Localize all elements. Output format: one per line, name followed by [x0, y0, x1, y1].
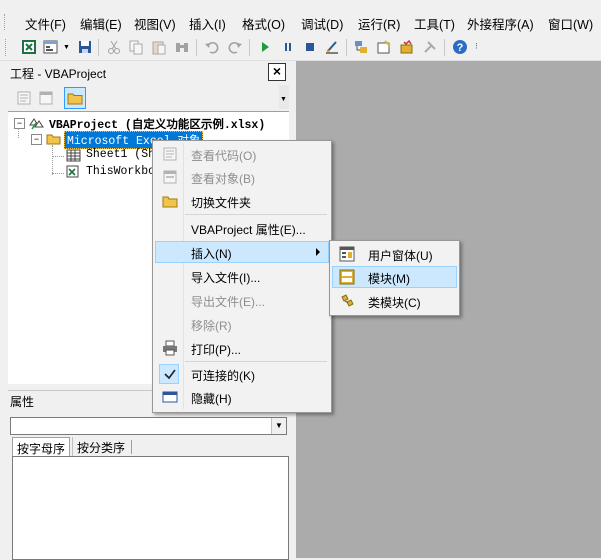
toolbar-separator [98, 39, 99, 56]
view-code-icon[interactable] [16, 90, 32, 106]
hide-window-icon [162, 391, 178, 403]
menu-bar: 文件(F) 编辑(E) 视图(V) 插入(I) 格式(O) 调试(D) 运行(R… [0, 9, 601, 35]
tree-line [18, 128, 20, 138]
close-icon[interactable]: × [268, 63, 286, 81]
view-code-icon [163, 147, 177, 161]
properties-window-icon[interactable] [376, 39, 392, 55]
tab-categorized[interactable]: 按分类序 [72, 437, 129, 456]
toolbar-separator [346, 39, 347, 56]
toolbar-separator [249, 39, 250, 56]
tree-collapse-toggle[interactable]: − [31, 134, 42, 145]
project-window-titlebar[interactable]: 工程 - VBAProject [8, 61, 289, 82]
menu-separator [185, 361, 327, 362]
properties-window-title: 属性 [10, 395, 35, 409]
menu-grip [4, 14, 7, 30]
chevron-down-icon[interactable]: ▼ [271, 418, 286, 434]
worksheet-icon [66, 149, 81, 162]
menu-debug[interactable]: 调试(D) [301, 14, 343, 33]
menu-separator [185, 214, 327, 215]
workbook-icon [66, 165, 79, 178]
menu-item-remove[interactable]: 移除(R) [155, 313, 329, 335]
tree-root-vbaproject[interactable]: VBAProject (自定义功能区示例.xlsx) [49, 116, 265, 132]
submenu-item-class-module[interactable]: 类模块(C) [332, 290, 457, 312]
menu-tools[interactable]: 工具(T) [414, 14, 455, 33]
print-icon [163, 340, 177, 356]
menu-file[interactable]: 文件(F) [25, 14, 66, 33]
object-browser-icon[interactable] [399, 39, 415, 55]
excel-icon[interactable] [21, 39, 37, 55]
menu-item-view-object[interactable]: 查看对象(B) [155, 166, 329, 188]
submenu-item-userform[interactable]: 用户窗体(U) [332, 243, 457, 265]
project-window-toolbar [8, 83, 289, 111]
project-window-scrollbar[interactable]: ▼ [279, 85, 289, 109]
cut-icon[interactable] [106, 39, 122, 55]
toolbox-icon[interactable] [422, 39, 438, 55]
toolbar-separator [444, 39, 445, 56]
userform-icon [339, 246, 355, 262]
menu-window[interactable]: 窗口(W) [548, 14, 593, 33]
menu-item-print[interactable]: 打印(P)... [155, 337, 329, 359]
toolbar-separator [196, 39, 197, 56]
tree-item-sheet1[interactable]: Sheet1 (She [86, 148, 162, 161]
folder-open-icon [46, 134, 61, 145]
menu-item-export-file[interactable]: 导出文件(E)... [155, 289, 329, 311]
menu-item-dockable[interactable]: 可连接的(K) [155, 363, 329, 385]
context-menu: 查看代码(O) 查看对象(B) 切换文件夹 VBAProject 属性(E)..… [152, 140, 332, 413]
menu-item-view-code[interactable]: 查看代码(O) [155, 143, 329, 165]
toggle-folders-icon[interactable] [64, 87, 86, 109]
undo-icon[interactable] [204, 39, 220, 55]
tab-alphabetic[interactable]: 按字母序 [12, 437, 71, 456]
find-icon[interactable] [174, 39, 190, 55]
svg-text:?: ? [457, 42, 464, 54]
view-object-icon [163, 170, 177, 184]
save-icon[interactable] [77, 39, 93, 55]
insert-userform-icon[interactable] [43, 39, 59, 55]
menu-item-vbaproject-properties[interactable]: VBAProject 属性(E)... [155, 217, 329, 239]
paste-icon[interactable] [151, 39, 167, 55]
properties-grid [12, 456, 289, 560]
tree-line [52, 173, 64, 175]
reset-icon[interactable] [302, 39, 318, 55]
pause-icon[interactable] [280, 39, 296, 55]
folder-icon [162, 196, 178, 208]
dropdown-arrow-icon[interactable]: ▼ [63, 44, 70, 51]
menu-edit[interactable]: 编辑(E) [80, 14, 122, 33]
view-object-icon[interactable] [38, 90, 54, 106]
redo-icon[interactable] [227, 39, 243, 55]
menu-insert[interactable]: 插入(I) [189, 14, 226, 33]
menu-view[interactable]: 视图(V) [134, 14, 176, 33]
toolbar-overflow-icon[interactable]: ⁝ [475, 41, 478, 52]
title-strip [0, 0, 601, 9]
menu-addins[interactable]: 外接程序(A) [467, 14, 534, 33]
project-explorer-icon[interactable] [353, 39, 369, 55]
standard-toolbar: ▼ ? ⁝ [0, 35, 601, 61]
checkmark-icon [164, 369, 176, 380]
help-icon[interactable]: ? [452, 39, 468, 55]
submenu-item-module[interactable]: 模块(M) [332, 266, 457, 288]
tab-divider [131, 440, 132, 454]
design-mode-icon[interactable] [324, 39, 340, 55]
tree-line [52, 156, 64, 158]
menu-format[interactable]: 格式(O) [242, 14, 285, 33]
menu-item-hide[interactable]: 隐藏(H) [155, 386, 329, 408]
menu-item-insert[interactable]: 插入(N) [155, 241, 329, 263]
run-icon[interactable] [257, 39, 273, 55]
toolbar-grip [5, 39, 7, 56]
project-window-title: 工程 - VBAProject [10, 67, 107, 81]
menu-run[interactable]: 运行(R) [358, 14, 400, 33]
submenu-arrow-icon [316, 248, 320, 256]
object-select[interactable]: ▼ [10, 417, 287, 435]
tree-line [52, 145, 54, 175]
menu-item-toggle-folders[interactable]: 切换文件夹 [155, 190, 329, 212]
vbaproject-icon [29, 118, 44, 130]
module-icon [339, 269, 355, 285]
copy-icon[interactable] [128, 39, 144, 55]
class-module-icon [341, 294, 354, 307]
menu-item-import-file[interactable]: 导入文件(I)... [155, 265, 329, 287]
insert-submenu: 用户窗体(U) 模块(M) 类模块(C) [329, 240, 460, 316]
tree-item-thisworkbook[interactable]: ThisWorkboo [86, 165, 162, 178]
